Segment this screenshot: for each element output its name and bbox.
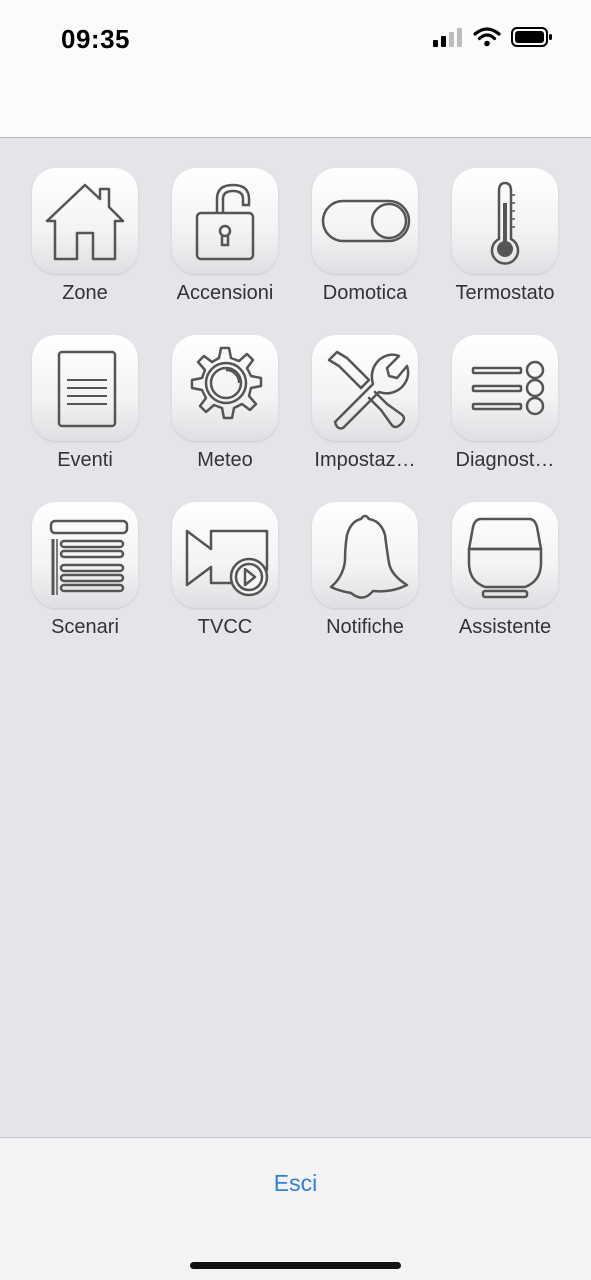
tile-domotica-button[interactable] — [312, 168, 418, 274]
tile-eventi-label: Eventi — [57, 449, 113, 471]
tile-eventi[interactable]: Eventi — [15, 335, 155, 472]
document-icon — [57, 350, 117, 428]
tile-domotica-label: Domotica — [322, 282, 408, 304]
tile-notifiche[interactable]: Notifiche — [295, 502, 435, 639]
tile-termostato-label: Termostato — [455, 282, 555, 304]
status-icons — [433, 26, 553, 53]
video-camera-icon — [185, 529, 269, 597]
weather-gear-icon — [190, 346, 263, 420]
tile-meteo-button[interactable] — [172, 335, 278, 441]
tile-accensioni-button[interactable] — [172, 168, 278, 274]
tile-zone[interactable]: Zone — [15, 168, 155, 305]
toggle-switch-icon — [321, 199, 411, 243]
tile-notifiche-label: Notifiche — [326, 616, 404, 638]
tile-notifiche-button[interactable] — [312, 502, 418, 608]
bell-icon — [329, 514, 409, 599]
smart-speaker-icon — [467, 517, 543, 599]
tile-domotica[interactable]: Domotica — [295, 168, 435, 305]
tile-diagnostica-label: Diagnost… — [455, 449, 555, 471]
unlocked-padlock-icon — [195, 183, 255, 261]
tile-assistente-button[interactable] — [452, 502, 558, 608]
tile-assistente[interactable]: Assistente — [435, 502, 575, 639]
tile-termostato-button[interactable] — [452, 168, 558, 274]
blinds-icon — [49, 519, 129, 595]
tile-tvcc[interactable]: TVCC — [155, 502, 295, 639]
tile-impostazioni-label: Impostaz… — [314, 449, 416, 471]
tile-scenari-button[interactable] — [32, 502, 138, 608]
status-bar: 09:35 — [0, 0, 591, 138]
status-time: 09:35 — [61, 24, 130, 54]
tile-accensioni[interactable]: Accensioni — [155, 168, 295, 305]
tile-zone-label: Zone — [62, 282, 108, 304]
tile-termostato[interactable]: Termostato — [435, 168, 575, 305]
tile-assistente-label: Assistente — [458, 616, 552, 638]
exit-button[interactable]: Esci — [0, 1170, 591, 1197]
tile-eventi-button[interactable] — [32, 335, 138, 441]
tile-accensioni-label: Accensioni — [176, 282, 274, 304]
signal-icon — [433, 27, 463, 52]
thermometer-icon — [490, 181, 520, 265]
battery-icon — [511, 26, 553, 53]
tile-scenari-label: Scenari — [51, 616, 119, 638]
tile-diagnostica-button[interactable] — [452, 335, 558, 441]
tile-zone-button[interactable] — [32, 168, 138, 274]
bottom-toolbar: Esci — [0, 1137, 591, 1280]
tile-scenari[interactable]: Scenari — [15, 502, 155, 639]
list-settings-icon — [471, 360, 545, 416]
tile-impostazioni[interactable]: Impostaz… — [295, 335, 435, 472]
tile-impostazioni-button[interactable] — [312, 335, 418, 441]
tools-icon — [327, 350, 410, 430]
wifi-icon — [473, 27, 501, 52]
tile-diagnostica[interactable]: Diagnost… — [435, 335, 575, 472]
tile-tvcc-label: TVCC — [197, 616, 253, 638]
home-icon — [45, 183, 125, 261]
tile-meteo[interactable]: Meteo — [155, 335, 295, 472]
home-indicator[interactable] — [190, 1262, 401, 1269]
tile-meteo-label: Meteo — [197, 449, 253, 471]
tile-tvcc-button[interactable] — [172, 502, 278, 608]
